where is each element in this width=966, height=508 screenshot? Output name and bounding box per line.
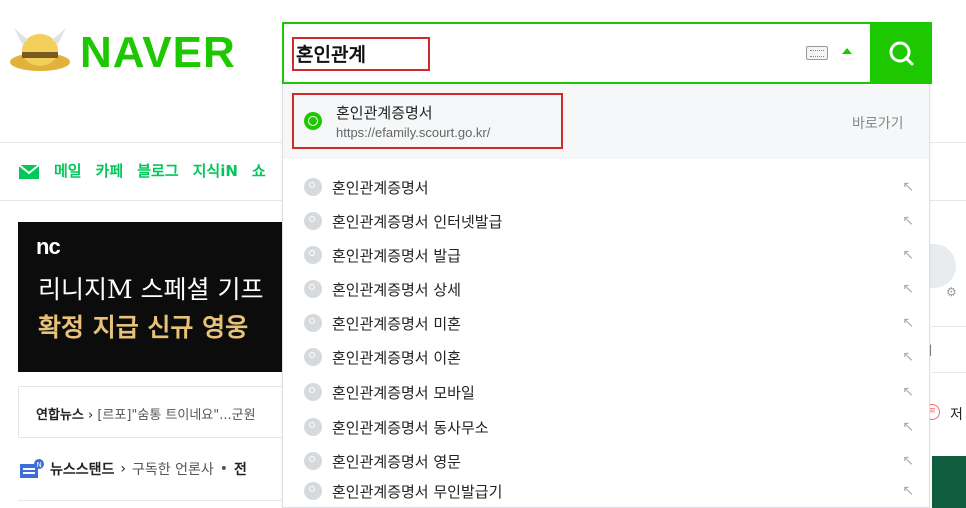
suggestion-text[interactable]: 혼인관계증명서 [332, 177, 900, 198]
suggestion-item[interactable]: 혼인관계증명서 영문 ↖ [304, 444, 914, 478]
suggestion-text[interactable]: 혼인관계증명서 영문 [332, 451, 900, 472]
suggestion-text[interactable]: 혼인관계증명서 상세 [332, 279, 900, 300]
search-icon [304, 348, 322, 366]
keyboard-icon[interactable] [806, 46, 828, 60]
nav-kin[interactable]: 지식iN [193, 160, 238, 181]
arrow-up-left-icon[interactable]: ↖ [900, 179, 914, 195]
mail-icon[interactable] [18, 162, 40, 180]
suggestion-text[interactable]: 혼인관계증명서 모바일 [332, 382, 900, 403]
search-icon [304, 452, 322, 470]
news-ticker[interactable]: 연합뉴스 › [르포]"숨통 트이네요"...군원 [36, 404, 256, 423]
right-text[interactable]: 저 [950, 404, 963, 424]
search-icon [889, 41, 914, 66]
suggestion-item[interactable]: 혼인관계증명서 ↖ [304, 170, 914, 204]
banner-brand: nc [36, 234, 61, 259]
service-nav: 메일 카페 블로그 지식iN 쇼 [18, 160, 266, 181]
arrow-up-left-icon[interactable]: ↖ [900, 213, 914, 229]
newsstand-title[interactable]: 뉴스스탠드 [50, 459, 114, 479]
chevron-right-icon: › [87, 408, 94, 423]
search-icon [304, 212, 322, 230]
suggestion-text[interactable]: 혼인관계증명서 발급 [332, 245, 900, 266]
search-icon [304, 314, 322, 332]
search-icon [304, 482, 322, 500]
search-highlight-box [292, 37, 430, 71]
newsstand-icon: N [18, 458, 44, 480]
search-icon [304, 178, 322, 196]
ad-banner[interactable]: nc 리니지M 스페셜 기프 확정 지급 신규 영웅 [18, 222, 286, 372]
suggestion-item[interactable]: 혼인관계증명서 미혼 ↖ [304, 306, 914, 340]
caret-up-icon[interactable] [842, 48, 852, 54]
right-ad-thumbnail[interactable] [932, 456, 966, 508]
arrow-up-left-icon[interactable]: ↖ [900, 483, 914, 499]
right-divider [932, 326, 966, 327]
suggestion-text[interactable]: 혼인관계증명서 무인발급기 [332, 481, 900, 502]
shortcut-go-button[interactable]: 바로가기 [852, 113, 904, 133]
suggestion-item[interactable]: 혼인관계증명서 인터넷발급 ↖ [304, 204, 914, 238]
news-headline[interactable]: [르포]"숨통 트이네요"...군원 [97, 408, 255, 423]
search-icon [304, 418, 322, 436]
gear-icon[interactable]: ⚙ [946, 285, 957, 299]
suggestion-item[interactable]: 혼인관계증명서 상세 ↖ [304, 272, 914, 306]
news-source[interactable]: 연합뉴스 [36, 408, 84, 423]
search-icon [304, 280, 322, 298]
right-divider-2 [932, 372, 966, 373]
arrow-up-left-icon[interactable]: ↖ [900, 384, 914, 400]
suggestion-text[interactable]: 혼인관계증명서 동사무소 [332, 417, 900, 438]
suggestion-item[interactable]: 혼인관계증명서 모바일 ↖ [304, 375, 914, 409]
arrow-up-left-icon[interactable]: ↖ [900, 453, 914, 469]
arrow-up-left-icon[interactable]: ↖ [900, 315, 914, 331]
newsstand-all[interactable]: 전 [234, 459, 247, 479]
search-icon [304, 246, 322, 264]
newsstand-header: N 뉴스스탠드 › 구독한 언론사 • 전 [18, 458, 247, 480]
arrow-up-left-icon[interactable]: ↖ [900, 281, 914, 297]
bullet-separator: • [219, 461, 229, 477]
suggestion-item[interactable]: 혼인관계증명서 동사무소 ↖ [304, 410, 914, 444]
suggestion-item[interactable]: 혼인관계증명서 이혼 ↖ [304, 340, 914, 374]
suggestion-text[interactable]: 혼인관계증명서 미혼 [332, 313, 900, 334]
nav-blog[interactable]: 블로그 [137, 160, 178, 181]
suggestion-text[interactable]: 혼인관계증명서 인터넷발급 [332, 211, 900, 232]
search-button[interactable] [870, 22, 932, 84]
arrow-up-left-icon[interactable]: ↖ [900, 419, 914, 435]
suggestion-text[interactable]: 혼인관계증명서 이혼 [332, 347, 900, 368]
nav-cafe[interactable]: 카페 [96, 160, 124, 181]
nav-shopping[interactable]: 쇼 [252, 160, 266, 181]
subscribed-press[interactable]: 구독한 언론사 [132, 459, 214, 479]
suggestion-item[interactable]: 혼인관계증명서 무인발급기 ↖ [304, 474, 914, 508]
banner-line2: 확정 지급 신규 영웅 [38, 313, 249, 342]
search-icon [304, 383, 322, 401]
naver-logo-hat[interactable] [8, 18, 72, 76]
bottom-divider [18, 500, 284, 501]
chevron-right-icon: › [120, 461, 127, 477]
shortcut-highlight-box [292, 93, 563, 149]
suggestion-item[interactable]: 혼인관계증명서 발급 ↖ [304, 238, 914, 272]
naver-logo[interactable]: NAVER [80, 30, 236, 76]
nav-mail[interactable]: 메일 [54, 160, 82, 181]
banner-line1: 리니지M 스페셜 기프 [38, 275, 264, 304]
arrow-up-left-icon[interactable]: ↖ [900, 247, 914, 263]
svg-text:N: N [37, 461, 42, 469]
arrow-up-left-icon[interactable]: ↖ [900, 349, 914, 365]
